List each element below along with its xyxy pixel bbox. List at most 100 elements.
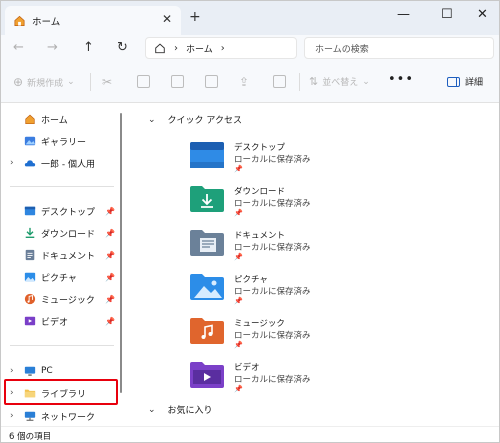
favorites-header[interactable]: ⌄ お気に入り bbox=[148, 403, 213, 417]
music-icon bbox=[24, 293, 36, 305]
pin-icon: 📌 bbox=[234, 297, 243, 305]
details-label: 詳細 bbox=[465, 78, 484, 88]
more-options-icon[interactable]: ••• bbox=[388, 72, 414, 87]
refresh-icon[interactable]: ↻ bbox=[117, 40, 128, 55]
folder-name: ドキュメント bbox=[234, 231, 286, 241]
chevron-right-icon[interactable]: › bbox=[221, 43, 225, 54]
download-icon bbox=[25, 227, 35, 238]
command-bar: ⊕ 新規作成 ⌄ ✂ ⇪ ⇅ 並べ替え ⌄ ••• 詳細 bbox=[1, 63, 499, 103]
pin-icon[interactable]: 📌 bbox=[105, 207, 115, 216]
sidebar-item-home[interactable]: ホーム bbox=[1, 109, 119, 129]
chevron-down-icon: ⌄ bbox=[362, 76, 370, 87]
sidebar-item-network[interactable]: › ネットワーク bbox=[1, 406, 119, 426]
sidebar-item-onedrive[interactable]: › 一郎 - 個人用 bbox=[1, 153, 119, 173]
sidebar-item-label: ダウンロード bbox=[41, 229, 96, 240]
delete-button[interactable] bbox=[273, 75, 286, 88]
folder-status: ローカルに保存済み bbox=[234, 331, 311, 341]
close-window-icon[interactable]: ✕ bbox=[477, 7, 488, 22]
sidebar-item-label: ホーム bbox=[41, 115, 68, 126]
sidebar-item-label: ギャラリー bbox=[41, 137, 87, 148]
sidebar-item-pictures[interactable]: ピクチャ 📌 bbox=[1, 267, 119, 287]
folder-name: ダウンロード bbox=[234, 187, 286, 197]
details-button[interactable]: 詳細 bbox=[447, 75, 483, 88]
sidebar-item-desktop[interactable]: デスクトップ 📌 bbox=[1, 201, 119, 221]
up-icon[interactable]: ↑ bbox=[83, 40, 94, 55]
folder-desktop[interactable]: デスクトップ ローカルに保存済み 📌 bbox=[190, 139, 430, 179]
rename-icon bbox=[205, 75, 218, 88]
folder-name: デスクトップ bbox=[234, 143, 286, 153]
maximize-icon[interactable]: ☐ bbox=[441, 7, 453, 22]
sidebar-item-downloads[interactable]: ダウンロード 📌 bbox=[1, 223, 119, 243]
breadcrumb-home[interactable]: ホーム bbox=[186, 42, 213, 55]
address-row: ← → ↑ ↻ › ホーム › ホームの検索 bbox=[1, 35, 499, 63]
copy-button[interactable] bbox=[137, 75, 150, 88]
sidebar-divider bbox=[10, 345, 114, 346]
back-icon[interactable]: ← bbox=[13, 40, 24, 55]
sidebar-item-documents[interactable]: ドキュメント 📌 bbox=[1, 245, 119, 265]
sidebar-item-label: デスクトップ bbox=[41, 207, 96, 218]
minimize-icon[interactable]: — bbox=[397, 7, 410, 22]
sidebar-item-pc[interactable]: › PC bbox=[1, 361, 119, 381]
new-button[interactable]: ⊕ 新規作成 ⌄ bbox=[13, 75, 75, 89]
sidebar-item-label: ドキュメント bbox=[41, 251, 96, 262]
chevron-down-icon: ⌄ bbox=[67, 77, 75, 87]
toolbar-divider bbox=[299, 73, 300, 91]
home-icon bbox=[25, 114, 35, 125]
new-tab-icon[interactable]: + bbox=[189, 9, 201, 25]
pin-icon[interactable]: 📌 bbox=[105, 317, 115, 326]
search-input[interactable]: ホームの検索 bbox=[304, 37, 494, 59]
sort-icon: ⇅ bbox=[309, 75, 319, 88]
new-label: 新規作成 bbox=[27, 78, 64, 89]
copy-icon bbox=[137, 75, 150, 88]
folder-name: ビデオ bbox=[234, 363, 260, 373]
folder-music[interactable]: ミュージック ローカルに保存済み 📌 bbox=[190, 315, 430, 355]
chevron-right-icon[interactable]: › bbox=[10, 158, 14, 168]
search-placeholder: ホームの検索 bbox=[315, 44, 369, 55]
navigation-pane: ホーム ギャラリー › 一郎 - 個人用 デスクトップ 📌 ダウンロード 📌 ド… bbox=[1, 103, 123, 426]
cloud-icon bbox=[24, 160, 36, 167]
sidebar-item-label: 一郎 - 個人用 bbox=[41, 159, 95, 170]
home-outline-icon bbox=[155, 43, 165, 54]
desktop-folder-icon bbox=[24, 206, 36, 216]
section-title: クイック アクセス bbox=[167, 116, 242, 126]
pin-icon[interactable]: 📌 bbox=[105, 229, 115, 238]
paste-button[interactable] bbox=[171, 75, 184, 88]
plus-icon: ⊕ bbox=[13, 75, 24, 89]
tab-bar: ホーム ✕ + — ☐ ✕ bbox=[1, 1, 499, 35]
quick-access-header[interactable]: ⌄ クイック アクセス bbox=[148, 113, 242, 127]
pin-icon[interactable]: 📌 bbox=[105, 273, 115, 282]
folder-downloads[interactable]: ダウンロード ローカルに保存済み 📌 bbox=[190, 183, 430, 223]
pin-icon[interactable]: 📌 bbox=[105, 251, 115, 260]
pin-icon: 📌 bbox=[234, 385, 243, 393]
tab-home[interactable]: ホーム ✕ bbox=[5, 6, 181, 35]
chevron-right-icon[interactable]: › bbox=[10, 366, 14, 376]
gallery-icon bbox=[24, 136, 36, 146]
pin-icon: 📌 bbox=[234, 341, 243, 349]
documents-folder-icon bbox=[190, 230, 224, 256]
libraries-highlight-box bbox=[4, 379, 118, 405]
share-button[interactable]: ⇪ bbox=[239, 75, 249, 89]
sidebar-item-label: ピクチャ bbox=[41, 273, 77, 284]
desktop-folder-icon bbox=[190, 142, 224, 168]
sidebar-item-videos[interactable]: ビデオ 📌 bbox=[1, 311, 119, 331]
trash-icon bbox=[273, 75, 286, 88]
rename-button[interactable] bbox=[205, 75, 218, 88]
sort-button[interactable]: ⇅ 並べ替え ⌄ bbox=[309, 75, 370, 88]
home-icon bbox=[14, 15, 25, 26]
chevron-down-icon[interactable]: ⌄ bbox=[148, 115, 156, 125]
documents-icon bbox=[25, 249, 35, 261]
chevron-down-icon[interactable]: ⌄ bbox=[148, 405, 156, 415]
pin-icon[interactable]: 📌 bbox=[105, 295, 115, 304]
folder-pictures[interactable]: ピクチャ ローカルに保存済み 📌 bbox=[190, 271, 430, 311]
forward-icon[interactable]: → bbox=[47, 40, 58, 55]
chevron-right-icon[interactable]: › bbox=[10, 411, 14, 421]
sidebar-item-gallery[interactable]: ギャラリー bbox=[1, 131, 119, 151]
sidebar-scrollbar[interactable] bbox=[120, 113, 122, 393]
folder-videos[interactable]: ビデオ ローカルに保存済み 📌 bbox=[190, 359, 430, 399]
close-tab-icon[interactable]: ✕ bbox=[162, 12, 172, 26]
address-bar[interactable]: › ホーム › bbox=[145, 37, 297, 59]
sidebar-item-music[interactable]: ミュージック 📌 bbox=[1, 289, 119, 309]
cut-button[interactable]: ✂ bbox=[102, 75, 112, 89]
sidebar-item-label: ミュージック bbox=[41, 295, 95, 306]
folder-documents[interactable]: ドキュメント ローカルに保存済み 📌 bbox=[190, 227, 430, 267]
